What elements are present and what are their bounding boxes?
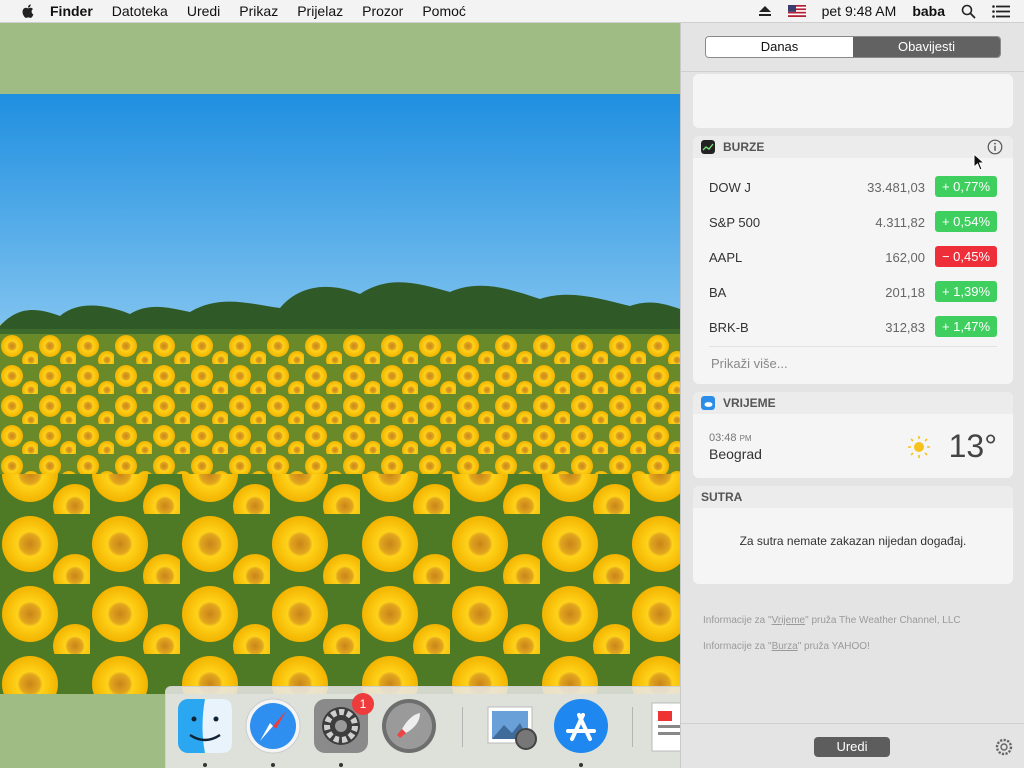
desktop [0, 22, 680, 768]
dock-preview[interactable] [482, 697, 540, 755]
safari-icon [245, 698, 301, 754]
eject-icon[interactable] [758, 5, 772, 17]
menu-prozor[interactable]: Prozor [362, 3, 403, 19]
tomorrow-widget-header: SUTRA [693, 486, 1013, 508]
tomorrow-title: SUTRA [701, 490, 743, 504]
stock-price: 312,83 [885, 320, 925, 335]
apple-icon[interactable] [20, 3, 36, 19]
stock-row-ba[interactable]: BA 201,18 + 1,39% [693, 275, 1013, 310]
dock-running-indicator [203, 763, 207, 767]
edit-button[interactable]: Uredi [814, 737, 890, 757]
stock-symbol: DOW J [709, 180, 751, 195]
weather-temperature: 13° [948, 428, 997, 464]
menu-prijelaz[interactable]: Prijelaz [297, 3, 343, 19]
stock-change-badge[interactable]: + 1,39% [935, 281, 997, 302]
divider [681, 71, 1024, 72]
credit-text: " pruža The Weather Channel, LLC [805, 615, 961, 626]
stock-row-aapl[interactable]: AAPL 162,00 − 0,45% [693, 240, 1013, 275]
menu-bar: Finder Datoteka Uredi Prikaz Prijelaz Pr… [0, 0, 1024, 23]
divider [709, 346, 997, 347]
weather-title: VRIJEME [723, 396, 776, 410]
tab-danas[interactable]: Danas [706, 37, 853, 57]
tab-obavijesti[interactable]: Obavijesti [853, 37, 1000, 57]
finder-icon [178, 699, 232, 753]
app-store-icon [554, 699, 608, 753]
stocks-icon [701, 140, 715, 154]
notification-center: Danas Obavijesti BURZE DOW J 33.481,03 +… [680, 22, 1024, 768]
menu-uredi[interactable]: Uredi [187, 3, 220, 19]
weather-credit: Informacije za "Vrijeme" pruža The Weath… [703, 615, 961, 626]
sunflower-wallpaper [0, 94, 680, 694]
menu-clock[interactable]: pet 9:48 AM [822, 3, 897, 19]
weather-app-icon [701, 396, 715, 410]
preview-icon [487, 706, 537, 750]
stock-change-badge[interactable]: + 0,77% [935, 176, 997, 197]
menu-user[interactable]: baba [912, 3, 945, 19]
dock-safari[interactable] [244, 697, 302, 755]
stock-change-badge[interactable]: − 0,45% [935, 246, 997, 267]
menu-app-finder[interactable]: Finder [50, 3, 93, 19]
stock-row-dow[interactable]: DOW J 33.481,03 + 0,77% [693, 170, 1013, 205]
weather-city[interactable]: Beograd [709, 446, 762, 462]
tomorrow-widget: SUTRA Za sutra nemate zakazan nijedan do… [693, 486, 1013, 584]
show-more-link[interactable]: Prikaži više... [711, 356, 788, 371]
weather-widget: VRIJEME 03:48 PM Beograd 13° [693, 392, 1013, 478]
notification-center-footer: Uredi [681, 723, 1024, 768]
stock-price: 33.481,03 [867, 180, 925, 195]
weather-time-value: 03:48 [709, 432, 737, 444]
stocks-credit-link[interactable]: Burza [772, 641, 798, 652]
stocks-credit: Informacije za "Burza" pruža YAHOO! [703, 641, 870, 652]
settings-gear-icon[interactable] [995, 738, 1013, 756]
stocks-title: BURZE [723, 140, 765, 154]
stocks-widget: BURZE DOW J 33.481,03 + 0,77% S&P 500 4.… [693, 136, 1013, 384]
us-flag-icon[interactable] [787, 5, 806, 17]
dock-separator [632, 707, 633, 747]
credit-text: Informacije za " [703, 641, 772, 652]
dock-launchpad[interactable] [380, 697, 438, 755]
menu-datoteka[interactable]: Datoteka [112, 3, 168, 19]
weather-widget-header: VRIJEME [693, 392, 1013, 414]
stock-symbol: S&P 500 [709, 215, 761, 230]
stock-symbol: BA [709, 285, 727, 300]
dock-running-indicator [579, 763, 583, 767]
notification-center-icon[interactable] [992, 4, 1010, 18]
stock-price: 4.311,82 [875, 215, 925, 230]
weather-time: 03:48 PM [709, 432, 752, 444]
credit-text: " pruža YAHOO! [797, 641, 870, 652]
credit-text: Informacije za " [703, 615, 772, 626]
widget-placeholder [693, 74, 1013, 128]
stocks-widget-header: BURZE [693, 136, 1013, 158]
stock-row-brkb[interactable]: BRK-B 312,83 + 1,47% [693, 310, 1013, 345]
stock-symbol: BRK-B [709, 320, 749, 335]
dock-system-preferences[interactable]: 1 [312, 693, 374, 755]
menu-prikaz[interactable]: Prikaz [239, 3, 278, 19]
mouse-cursor-icon [973, 153, 985, 171]
dock-app-store[interactable] [552, 697, 610, 755]
stock-symbol: AAPL [709, 250, 743, 265]
tomorrow-message: Za sutra nemate zakazan nijedan događaj. [739, 534, 967, 548]
menu-pomoc[interactable]: Pomoć [422, 3, 466, 19]
info-icon[interactable] [987, 139, 1003, 155]
stock-row-sp500[interactable]: S&P 500 4.311,82 + 0,54% [693, 205, 1013, 240]
spotlight-search-icon[interactable] [961, 4, 976, 19]
sun-icon [908, 436, 930, 458]
dock-running-indicator [271, 763, 275, 767]
stock-price: 162,00 [885, 250, 925, 265]
dock: 1 [165, 686, 707, 768]
weather-time-period: PM [739, 434, 752, 443]
segmented-control: Danas Obavijesti [705, 36, 1001, 58]
stock-change-badge[interactable]: + 1,47% [935, 316, 997, 337]
dock-finder[interactable] [176, 697, 234, 755]
stock-change-badge[interactable]: + 0,54% [935, 211, 997, 232]
weather-credit-link[interactable]: Vrijeme [772, 615, 806, 626]
stock-price: 201,18 [885, 285, 925, 300]
dock-running-indicator [339, 763, 343, 767]
rocket-icon [382, 699, 436, 753]
notification-badge: 1 [352, 693, 374, 715]
dock-separator [462, 707, 463, 747]
